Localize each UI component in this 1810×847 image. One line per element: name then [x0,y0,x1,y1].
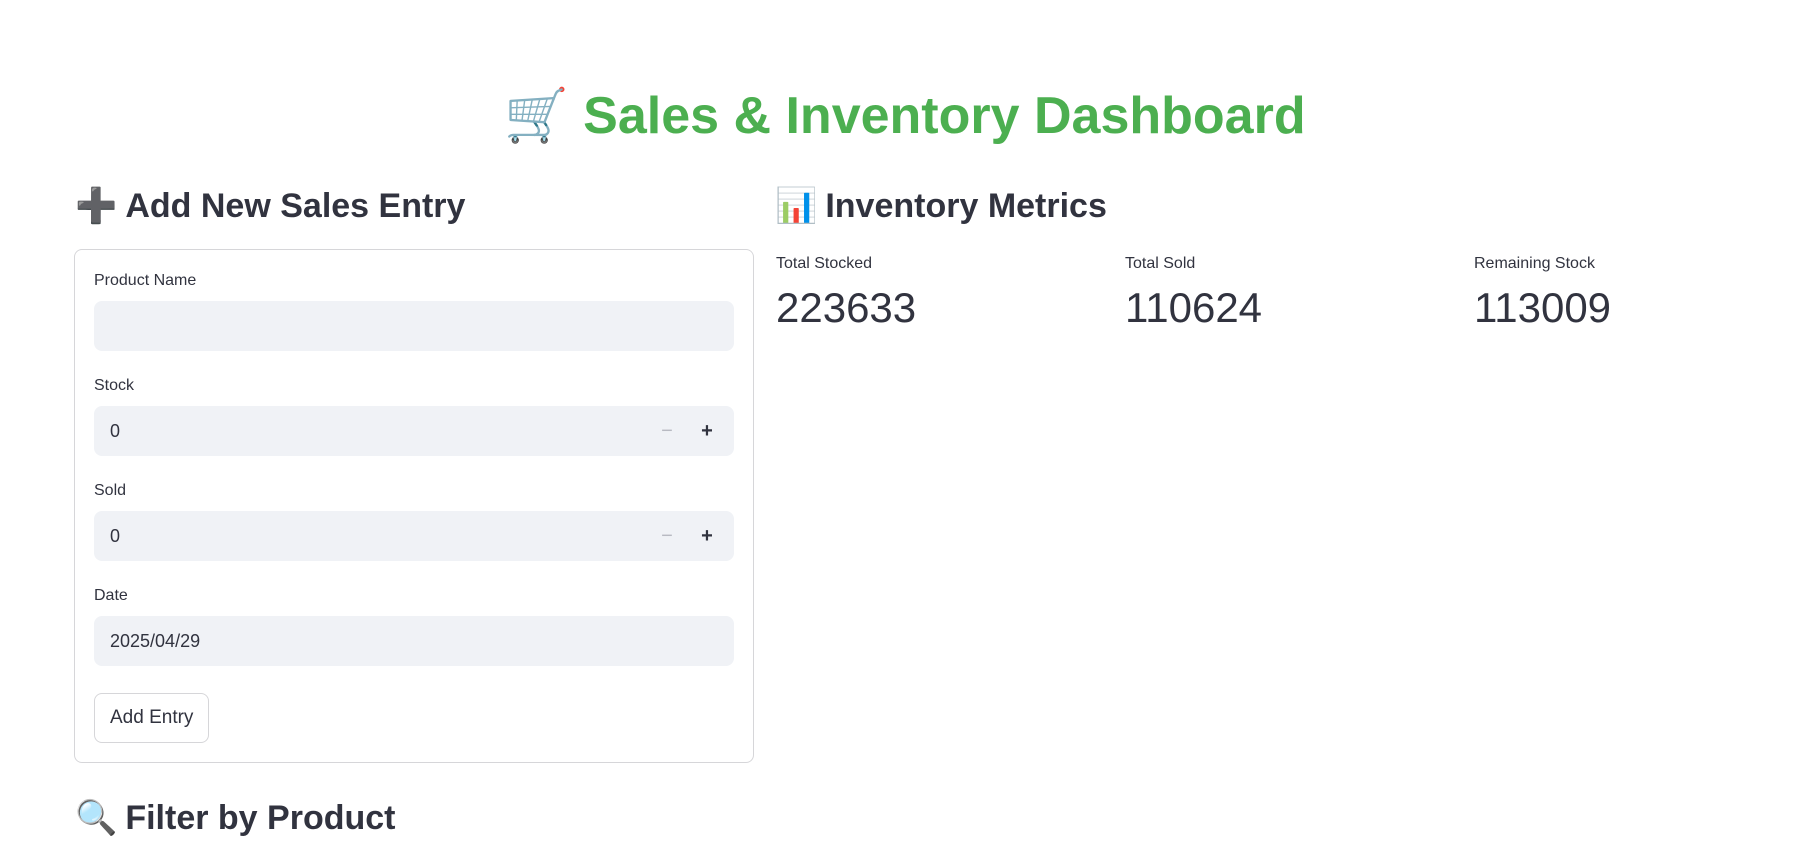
page-title-text: Sales & Inventory Dashboard [583,87,1306,145]
dashboard-page: 🛒 Sales & Inventory Dashboard ➕ Add New Sa… [0,0,1810,847]
sold-increment-button[interactable]: + [688,511,726,561]
add-entry-heading-text: Add New Sales Entry [125,187,466,225]
stock-decrement-button[interactable]: − [648,406,686,456]
metric-label: Total Sold [1125,255,1196,272]
metric-total-sold: Total Sold 110624 [1125,252,1465,338]
stock-value: 0 [110,421,121,441]
sold-label: Sold [94,482,127,499]
bar-chart-icon: 📊 [775,186,818,226]
stock-stepper[interactable]: 0 − + [94,406,734,456]
metric-total-stocked: Total Stocked 223633 [776,252,1116,338]
shopping-cart-icon: 🛒 [504,86,570,146]
metric-label: Remaining Stock [1474,255,1595,272]
add-entry-form: Product Name Stock 0 − + Sold 0 − + Date… [74,249,754,763]
metric-value: 113009 [1474,284,1612,331]
add-entry-button[interactable]: Add Entry [94,693,210,743]
product-name-input[interactable] [94,301,734,351]
filter-heading: 🔍 Filter by Product [75,796,395,840]
metric-label: Total Stocked [776,255,873,272]
inventory-metrics-heading-text: Inventory Metrics [825,187,1107,225]
sold-value: 0 [110,526,121,546]
stock-increment-button[interactable]: + [688,406,726,456]
page-title: 🛒 Sales & Inventory Dashboard [0,80,1810,152]
stock-label: Stock [94,377,135,394]
metric-value: 223633 [776,284,917,331]
metric-remaining-stock: Remaining Stock 113009 [1474,252,1810,338]
add-entry-heading: ➕ Add New Sales Entry [75,184,465,228]
filter-heading-text: Filter by Product [125,799,396,837]
sold-decrement-button[interactable]: − [648,511,686,561]
sold-stepper[interactable]: 0 − + [94,511,734,561]
date-label: Date [94,587,128,604]
inventory-metrics-heading: 📊 Inventory Metrics [775,184,1107,228]
product-name-label: Product Name [94,272,197,289]
magnifier-icon: 🔍 [75,798,118,838]
plus-icon: ➕ [75,186,118,226]
metric-value: 110624 [1125,284,1263,331]
date-input[interactable]: 2025/04/29 [94,616,734,666]
